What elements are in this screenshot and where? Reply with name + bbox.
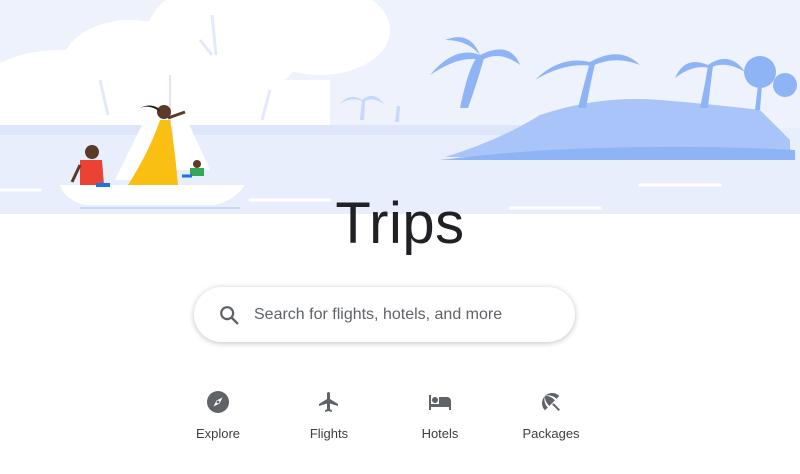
airplane-icon [319, 392, 338, 412]
nav-label-flights: Flights [309, 426, 349, 441]
search-input[interactable] [254, 287, 554, 342]
nav-label-packages: Packages [522, 426, 580, 441]
nav-label-explore: Explore [195, 426, 241, 441]
search-box[interactable] [194, 287, 575, 342]
beach-umbrella-icon [542, 393, 560, 411]
compass-icon [207, 391, 229, 413]
nav-item-explore[interactable]: Explore [173, 386, 263, 448]
search-icon[interactable] [218, 304, 240, 326]
nav-item-packages[interactable]: Packages [506, 386, 596, 448]
nav-item-hotels[interactable]: Hotels [395, 386, 485, 448]
nav-item-flights[interactable]: Flights [284, 386, 374, 448]
page-title: Trips [335, 191, 465, 256]
bed-icon [429, 395, 451, 410]
nav-label-hotels: Hotels [421, 426, 459, 441]
